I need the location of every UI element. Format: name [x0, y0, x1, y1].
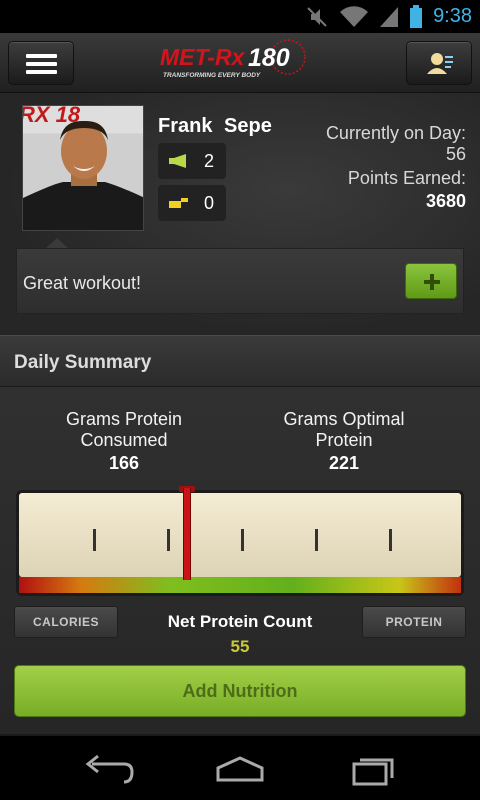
profile-card-icon: [427, 53, 453, 74]
comment-text: Great workout!: [23, 273, 142, 293]
logo-tagline-text: TRANSFORMING EVERY BODY: [163, 72, 261, 79]
protein-gauge: [16, 486, 464, 596]
gauge-tick: [167, 529, 170, 551]
points-value: 3680: [425, 191, 466, 211]
protein-button[interactable]: PROTEIN: [362, 606, 466, 638]
add-nutrition-button[interactable]: Add Nutrition: [14, 665, 466, 717]
gauge-tick: [241, 529, 244, 551]
comment-bar: Great workout!: [16, 248, 464, 314]
clock: 9:38: [433, 5, 472, 27]
gauge-tick: [389, 529, 392, 551]
optimal-label-2: Protein: [315, 430, 373, 450]
consumed-label-2: Consumed: [80, 430, 168, 450]
profile-section: RX 18 Frank Sepe 2 0 Currently on Day: 5…: [0, 93, 480, 335]
daily-summary-body: Grams Protein Consumed 166 Grams Optimal…: [0, 387, 480, 734]
battery-icon: [410, 4, 423, 28]
recent-apps-icon[interactable]: [346, 750, 402, 790]
megaphone-icon: [169, 154, 186, 168]
mute-icon: [307, 6, 327, 27]
pointing-hand-icon: [169, 198, 188, 208]
wifi-icon: [340, 5, 369, 27]
user-name: Frank Sepe: [158, 115, 272, 137]
likes-count: 2: [204, 150, 215, 171]
app-logo: MET-Rx 180 TRANSFORMING EVERY BODY: [160, 39, 306, 79]
calories-button[interactable]: CALORIES: [14, 606, 118, 638]
points-label: Points Earned:: [347, 168, 466, 188]
optimal-label-1: Grams Optimal: [283, 409, 405, 429]
daily-summary-header[interactable]: Daily Summary: [0, 335, 480, 387]
dislikes-count: 0: [204, 192, 215, 213]
optimal-value: 221: [328, 453, 360, 473]
plus-icon: [424, 274, 440, 290]
status-bar: 9:38: [0, 0, 480, 33]
add-comment-button[interactable]: [405, 263, 457, 299]
gauge-tick: [315, 529, 318, 551]
gauge-color-scale: [19, 577, 461, 593]
back-icon[interactable]: [80, 750, 136, 790]
home-icon[interactable]: [212, 750, 268, 790]
signal-icon: [380, 6, 399, 27]
gauge-face: [19, 493, 461, 577]
net-protein-title: Net Protein Count: [167, 612, 313, 631]
dislikes-stat[interactable]: 0: [158, 185, 226, 221]
system-nav-bar: [0, 734, 480, 800]
daily-summary-title: Daily Summary: [14, 352, 152, 373]
action-bar: MET-Rx 180 TRANSFORMING EVERY BODY: [0, 33, 480, 93]
profile-button[interactable]: [406, 41, 472, 85]
net-protein-value: 55: [230, 637, 250, 656]
gauge-tick: [93, 529, 96, 551]
consumed-value: 166: [108, 453, 140, 473]
day-value: 56: [445, 144, 466, 164]
gauge-needle: [182, 488, 191, 580]
consumed-label-1: Grams Protein: [65, 409, 183, 429]
logo-number-text: 180: [248, 44, 290, 72]
logo-brand-text: MET-Rx: [160, 44, 246, 70]
menu-button[interactable]: [8, 41, 74, 85]
day-label: Currently on Day:: [325, 123, 466, 143]
likes-stat[interactable]: 2: [158, 143, 226, 179]
profile-photo: RX 18: [22, 105, 144, 231]
